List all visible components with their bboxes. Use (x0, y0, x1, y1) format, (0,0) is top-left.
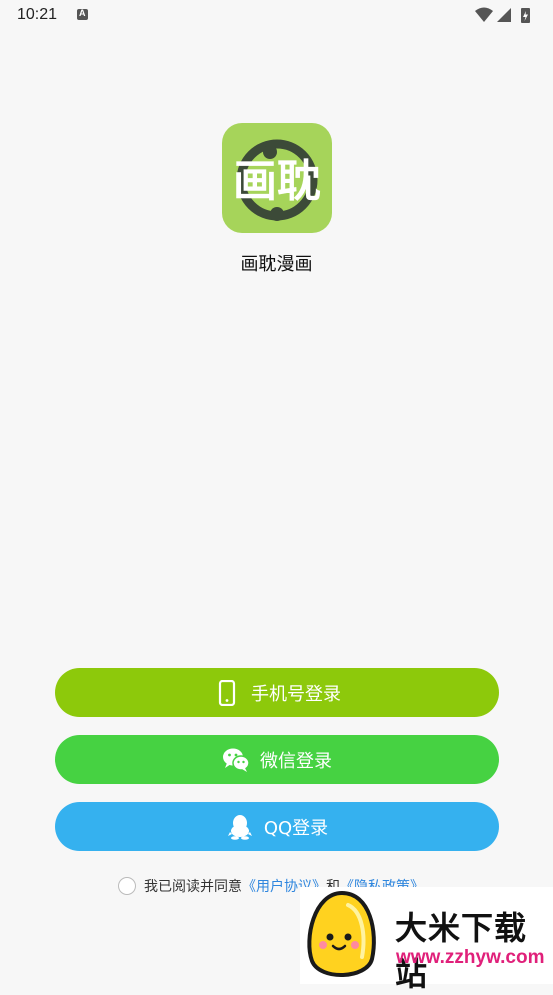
agreement-prefix: 我已阅读并同意 (144, 879, 242, 895)
app-logo-text: 画耽 (233, 156, 321, 207)
phone-login-label: 手机号登录 (251, 683, 341, 705)
notification-a-icon: A (77, 8, 88, 20)
status-time: 10:21 (17, 6, 58, 23)
qq-login-button[interactable]: QQ登录 (55, 802, 499, 851)
watermark: 大米下载站 www.zzhyw.com (300, 887, 553, 993)
notification-badge-text: A (79, 8, 86, 18)
wechat-login-button[interactable]: 微信登录 (55, 735, 499, 784)
watermark-url: www.zzhyw.com (396, 947, 545, 968)
status-bar: 10:21 A (0, 0, 553, 30)
qq-login-label: QQ登录 (263, 817, 329, 839)
app-name: 画耽漫画 (240, 254, 313, 275)
wechat-login-label: 微信登录 (260, 750, 332, 772)
app-logo-graphic: 画耽 (233, 139, 321, 221)
status-icons (475, 7, 530, 23)
signal-icon (497, 8, 511, 22)
rice-mascot-icon (307, 890, 376, 977)
agreement-checkbox[interactable] (118, 877, 136, 895)
wechat-icon (222, 746, 250, 774)
app-logo: 画耽 (222, 123, 332, 233)
wifi-icon (475, 7, 493, 22)
phone-login-button[interactable]: 手机号登录 (55, 668, 499, 717)
qq-penguin-icon (226, 813, 254, 841)
phone-icon (213, 679, 241, 707)
